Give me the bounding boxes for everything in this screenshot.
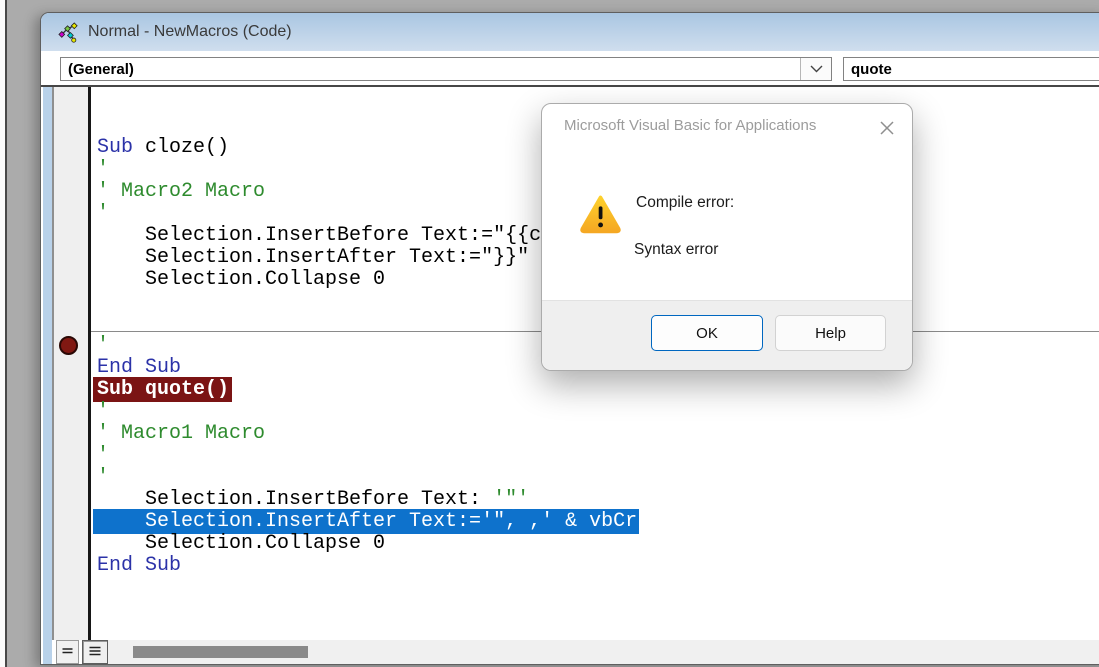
code-segment: Sub bbox=[97, 136, 134, 159]
code-segment: Selection.Collapse 0 bbox=[97, 532, 386, 555]
object-dropdown[interactable]: (General) bbox=[60, 57, 832, 81]
window-titlebar[interactable]: Normal - NewMacros (Code) bbox=[41, 13, 1099, 51]
window-title: Normal - NewMacros (Code) bbox=[88, 23, 292, 40]
code-segment: Selection.InsertAfter Text:='", ,' & vbC… bbox=[93, 509, 640, 534]
code-segment: cloze() bbox=[133, 136, 230, 159]
dialog-footer: OK Help bbox=[542, 300, 912, 370]
code-line[interactable]: Selection.InsertBefore Text: '"' bbox=[91, 489, 1099, 511]
procedure-dropdown[interactable]: quote bbox=[843, 57, 1099, 81]
dialog-message-title: Compile error: bbox=[636, 194, 735, 211]
full-module-view-icon bbox=[89, 646, 101, 655]
code-line[interactable]: End Sub bbox=[91, 555, 1099, 577]
code-segment: ' bbox=[97, 444, 110, 467]
code-segment: Sub quote() bbox=[93, 377, 233, 402]
left-edge-line bbox=[5, 0, 7, 667]
window-frame-strip bbox=[43, 87, 52, 664]
full-module-view-button[interactable] bbox=[82, 640, 108, 664]
code-segment: ' Macro1 Macro bbox=[97, 422, 266, 445]
code-segment: End Sub bbox=[97, 554, 182, 577]
code-segment: End Sub bbox=[97, 356, 182, 379]
code-line[interactable]: ' bbox=[91, 401, 1099, 423]
code-segment: Selection.InsertBefore Text:="{{c bbox=[97, 224, 542, 247]
chevron-down-icon[interactable] bbox=[800, 58, 831, 80]
code-line[interactable]: Selection.Collapse 0 bbox=[91, 533, 1099, 555]
procedure-view-button[interactable] bbox=[56, 640, 79, 664]
dialog-message-detail: Syntax error bbox=[634, 241, 719, 258]
code-segment: ' bbox=[97, 158, 110, 181]
bottom-bar bbox=[54, 640, 1099, 664]
vba-project-icon bbox=[58, 21, 78, 43]
code-segment: Selection.InsertBefore Text: bbox=[97, 488, 494, 511]
vbe-screen: Normal - NewMacros (Code) (General) quot… bbox=[0, 0, 1099, 667]
procedure-view-icon bbox=[62, 647, 73, 653]
dialog-title: Microsoft Visual Basic for Applications bbox=[564, 117, 817, 134]
code-line[interactable]: ' bbox=[91, 445, 1099, 467]
code-segment: Selection.Collapse 0 bbox=[97, 268, 386, 291]
code-segment: ' bbox=[97, 202, 110, 225]
scrollbar-thumb[interactable] bbox=[133, 646, 308, 658]
code-line[interactable]: Sub quote() bbox=[91, 377, 1099, 402]
horizontal-scrollbar[interactable] bbox=[108, 640, 1099, 664]
warning-icon bbox=[580, 195, 621, 234]
breakpoint-margin[interactable] bbox=[54, 87, 91, 640]
procedure-dropdown-value: quote bbox=[851, 60, 892, 78]
object-dropdown-value: (General) bbox=[68, 60, 134, 78]
help-button[interactable]: Help bbox=[775, 315, 886, 351]
code-segment: ' bbox=[97, 466, 110, 489]
code-segment: '"' bbox=[493, 488, 530, 511]
breakpoint-indicator-icon[interactable] bbox=[59, 336, 78, 355]
code-line[interactable]: ' bbox=[91, 467, 1099, 489]
code-line[interactable]: ' Macro1 Macro bbox=[91, 423, 1099, 445]
code-segment: ' bbox=[97, 334, 110, 357]
compile-error-dialog: Microsoft Visual Basic for Applications … bbox=[541, 103, 913, 371]
code-segment: Selection.InsertAfter Text:="}}" bbox=[97, 246, 530, 269]
ok-button[interactable]: OK bbox=[651, 315, 763, 351]
close-icon[interactable] bbox=[875, 117, 899, 141]
code-segment: ' Macro2 Macro bbox=[97, 180, 266, 203]
code-line[interactable]: Selection.InsertAfter Text:='", ,' & vbC… bbox=[91, 509, 1099, 534]
code-segment: ' bbox=[97, 400, 110, 423]
